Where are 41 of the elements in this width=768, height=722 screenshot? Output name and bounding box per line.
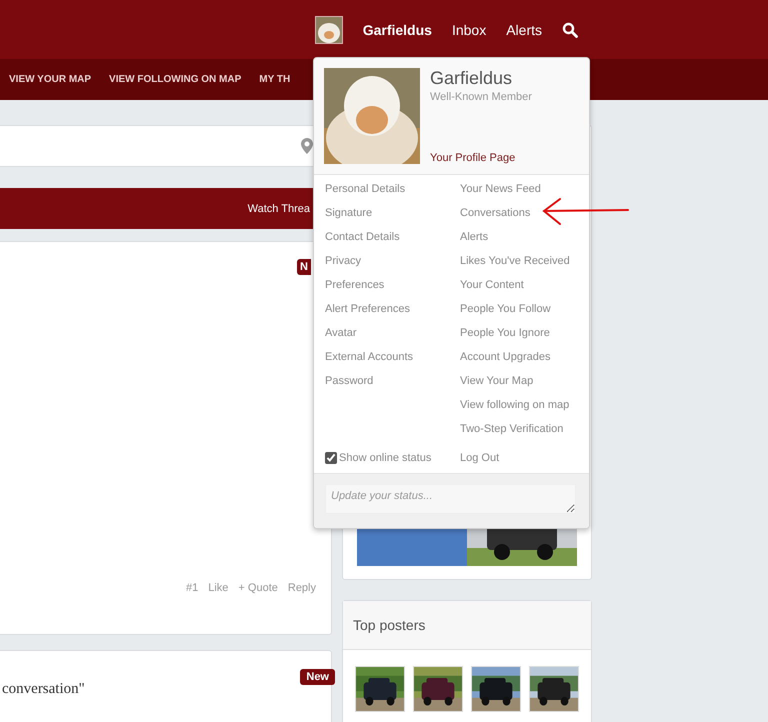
checkbox-label: Show online status — [339, 452, 432, 464]
user-menu-link[interactable]: Garfieldus — [362, 22, 432, 38]
post-number[interactable]: #1 — [186, 582, 198, 594]
menu-link[interactable]: View following on map — [460, 398, 589, 422]
post-action-link[interactable]: Reply — [288, 582, 316, 594]
member-title: Well-Known Member — [430, 91, 532, 103]
menu-link[interactable]: Alert Preferences — [325, 302, 460, 326]
status-field[interactable]: Update your status... — [325, 484, 576, 514]
header-link[interactable]: Alerts — [506, 22, 542, 38]
menu-link[interactable]: Password — [325, 374, 460, 398]
post-action-link[interactable]: Like — [208, 582, 228, 594]
menu-link[interactable]: People You Ignore — [460, 326, 589, 350]
menu-link[interactable]: Alerts — [460, 230, 589, 254]
log-out-link[interactable]: Log Out — [460, 451, 589, 465]
menu-link[interactable]: Your News Feed — [460, 182, 589, 206]
menu-link[interactable]: View Your Map — [460, 374, 589, 398]
thread-title: conversation" — [2, 681, 85, 698]
menu-link[interactable]: Preferences — [325, 278, 460, 302]
menu-link[interactable]: Personal Details — [325, 182, 460, 206]
menu-link[interactable]: Conversations — [460, 206, 589, 230]
menu-link[interactable]: Likes You've Received — [460, 254, 589, 278]
post-action-link[interactable]: + Quote — [238, 582, 278, 594]
menu-link[interactable]: People You Follow — [460, 302, 589, 326]
new-badge: N — [297, 259, 311, 275]
nav-link[interactable]: MY TH — [259, 74, 290, 85]
header-link[interactable]: Inbox — [452, 22, 486, 38]
nav-link[interactable]: VIEW YOUR MAP — [9, 74, 92, 85]
menu-link[interactable]: External Accounts — [325, 350, 460, 374]
new-badge: New — [300, 669, 335, 685]
widget-title: Top posters — [353, 617, 426, 633]
member-name: Garfieldus — [430, 68, 514, 89]
menu-link[interactable]: Two-Step Verification — [460, 422, 589, 446]
menu-link[interactable]: Account Upgrades — [460, 350, 589, 374]
profile-link[interactable]: Your Profile Page — [430, 152, 532, 164]
watch-thread-button[interactable]: Watch Threa — [248, 202, 310, 214]
menu-link[interactable]: Signature — [325, 206, 460, 230]
menu-link[interactable]: Your Content — [460, 278, 589, 302]
nav-link[interactable]: VIEW FOLLOWING ON MAP — [109, 74, 242, 85]
menu-link[interactable]: Contact Details — [325, 230, 460, 254]
menu-link[interactable]: Avatar — [325, 326, 460, 350]
menu-link[interactable]: Privacy — [325, 254, 460, 278]
